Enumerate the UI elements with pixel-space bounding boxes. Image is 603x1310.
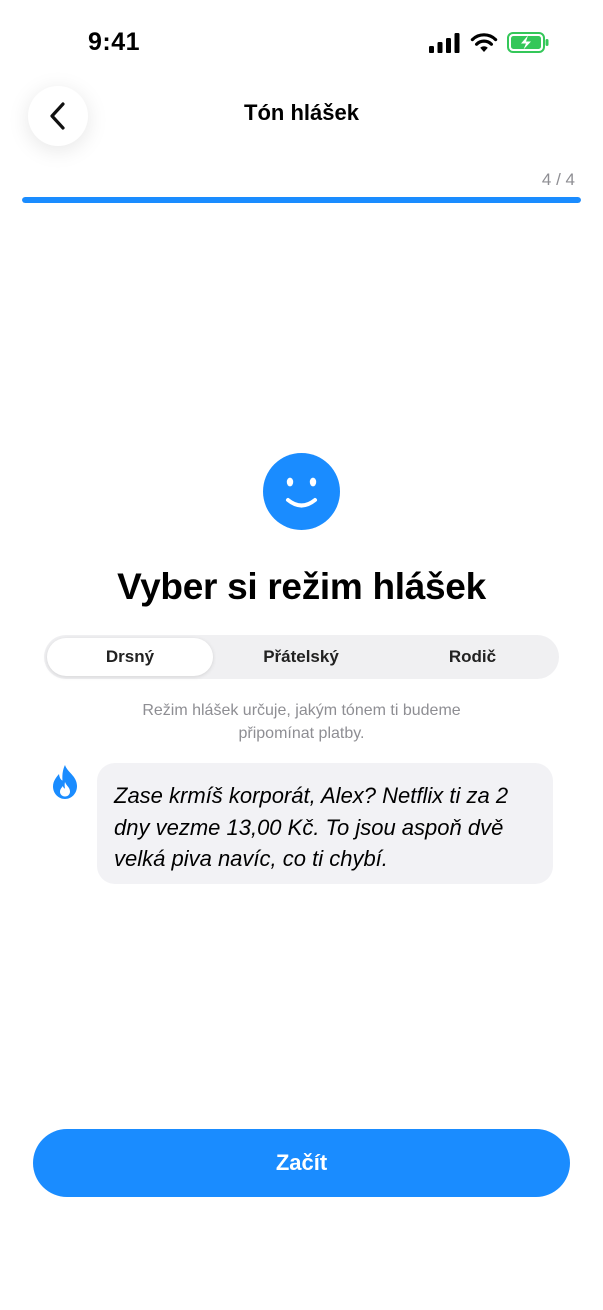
- smiley-icon: [263, 453, 340, 530]
- signal-icon: [429, 32, 460, 53]
- tab-drsny[interactable]: Drsný: [47, 638, 213, 676]
- fire-icon: [53, 765, 77, 799]
- battery-charging-icon: [507, 32, 549, 53]
- mode-description: Režim hlášek určuje, jakým tónem ti bude…: [142, 702, 461, 742]
- progress-bar: [22, 197, 581, 203]
- main-title: Vyber si režim hlášek: [117, 566, 486, 607]
- wifi-icon: [470, 33, 498, 52]
- tab-rodic[interactable]: Rodič: [389, 638, 556, 676]
- status-bar: 9:41: [0, 0, 603, 90]
- status-time: 9:41: [88, 28, 141, 56]
- step-counter: 4 / 4: [541, 170, 575, 189]
- tab-pratelsky[interactable]: Přátelský: [213, 638, 389, 676]
- tone-segmented-control: Drsný Přátelský Rodič: [44, 635, 559, 679]
- start-button[interactable]: Začít: [33, 1129, 570, 1197]
- status-icons: [429, 32, 549, 53]
- preview-message-text: Zase krmíš korporát, Alex? Netflix ti za…: [114, 783, 509, 871]
- page-title: Tón hlášek: [244, 100, 359, 125]
- progress-fill: [22, 197, 581, 203]
- preview-message-bubble: Zase krmíš korporát, Alex? Netflix ti za…: [97, 763, 553, 884]
